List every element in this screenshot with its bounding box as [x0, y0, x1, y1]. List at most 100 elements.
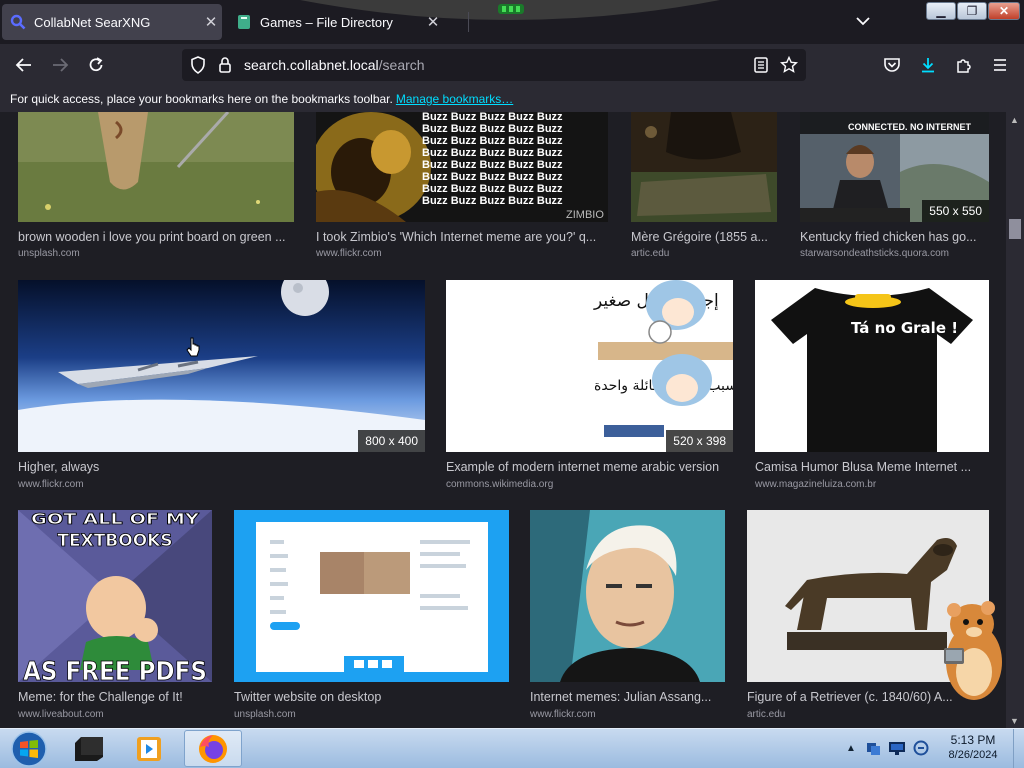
result-title[interactable]: Twitter website on desktop — [234, 690, 509, 704]
bookmarks-toolbar: For quick access, place your bookmarks h… — [0, 86, 1024, 112]
result-title[interactable]: Camisa Humor Blusa Meme Internet ... — [755, 460, 989, 474]
result-source: unsplash.com — [18, 248, 80, 259]
buzz-text-line: Buzz Buzz Buzz Buzz Buzz — [422, 195, 563, 207]
restore-window-button[interactable]: ❐ — [957, 2, 987, 20]
result-title[interactable]: I took Zimbio's 'Which Internet meme are… — [316, 230, 608, 244]
result-title[interactable]: Meme: for the Challenge of It! — [18, 690, 212, 704]
media-player-icon — [137, 736, 161, 761]
app-menu-button[interactable] — [986, 52, 1014, 78]
buzz-text-line: Buzz Buzz Buzz Buzz Buzz — [422, 183, 563, 195]
network-tray-icon[interactable] — [864, 739, 882, 757]
result-card[interactable]: Mère Grégoire (1855 a... artic.edu — [631, 112, 777, 262]
reload-button[interactable] — [82, 52, 110, 78]
terminal-icon — [75, 736, 103, 761]
url-host: search.collabnet.local — [244, 57, 379, 73]
clock-date: 8/26/2024 — [948, 749, 998, 761]
page-scrollbar[interactable]: ▲ ▼ — [1006, 112, 1024, 728]
taskbar-media-player-app[interactable] — [120, 730, 178, 767]
volume-tray-icon[interactable] — [912, 739, 930, 757]
scroll-down-arrow-icon[interactable]: ▼ — [1010, 716, 1019, 726]
manage-bookmarks-link[interactable]: Manage bookmarks… — [396, 92, 513, 106]
buzz-text-line: Buzz Buzz Buzz Buzz Buzz — [422, 147, 563, 159]
result-card[interactable]: GOT ALL OF MY TEXTBOOKS AS FREE PDFS Mem… — [18, 510, 212, 722]
download-icon — [922, 58, 934, 73]
hamburger-menu-icon — [994, 59, 1006, 71]
downloads-button[interactable] — [914, 52, 942, 78]
reload-icon — [89, 57, 103, 72]
result-card[interactable]: brown wooden i love you print board on g… — [18, 112, 294, 262]
pocket-button[interactable] — [878, 52, 906, 78]
extensions-button[interactable] — [950, 52, 978, 78]
tshirt-text: Tá no Grale ! — [851, 319, 958, 337]
result-card[interactable]: Tá no Grale ! Camisa Humor Blusa Meme In… — [755, 280, 989, 492]
meme-bottom-text: AS FREE PDFS — [23, 657, 207, 682]
result-title[interactable]: brown wooden i love you print board on g… — [18, 230, 294, 244]
start-button[interactable] — [0, 730, 58, 767]
result-thumbnail[interactable]: Tá no Grale ! — [755, 280, 989, 452]
buzz-text-line: Buzz Buzz Buzz Buzz Buzz — [422, 112, 563, 123]
tab-games-file-directory[interactable]: Games – File Directory ✕ — [228, 4, 444, 40]
svg-text:GOT ALL OF MY: GOT ALL OF MY — [31, 510, 200, 528]
result-thumbnail[interactable]: إجراء تعديل صغير كسر الصفحة بأكملها بسبب… — [446, 280, 733, 452]
bookmark-star-icon[interactable] — [779, 55, 799, 79]
result-card[interactable]: 800 x 400 Higher, always www.flickr.com — [18, 280, 425, 492]
result-thumbnail[interactable] — [234, 510, 509, 682]
url-text[interactable]: search.collabnet.local/search — [244, 57, 425, 73]
result-thumbnail[interactable] — [530, 510, 725, 682]
result-card[interactable]: CONNECTED. NO INTERNET 550 x 550 Kentuck… — [800, 112, 989, 262]
result-thumbnail[interactable]: CONNECTED. NO INTERNET 550 x 550 — [800, 112, 989, 222]
show-desktop-button[interactable] — [1013, 729, 1024, 768]
result-title[interactable]: Mère Grégoire (1855 a... — [631, 230, 777, 244]
result-title[interactable]: Higher, always — [18, 460, 425, 474]
address-bar[interactable]: search.collabnet.local/search — [182, 49, 806, 81]
result-thumbnail[interactable] — [631, 112, 777, 222]
result-thumbnail[interactable] — [18, 112, 294, 222]
tab-collabnet-searxng[interactable]: CollabNet SearXNG ✕ — [2, 4, 222, 40]
back-button[interactable] — [10, 52, 38, 78]
buzz-text-line: Buzz Buzz Buzz Buzz Buzz — [422, 135, 563, 147]
result-thumbnail[interactable]: 800 x 400 — [18, 280, 425, 452]
reader-view-icon[interactable] — [754, 57, 768, 78]
image-results-grid: brown wooden i love you print board on g… — [0, 112, 1006, 728]
result-source: www.liveabout.com — [18, 709, 104, 720]
tab-separator — [468, 12, 469, 32]
meme-caption: CONNECTED. NO INTERNET — [848, 122, 972, 132]
tracking-protection-shield-icon[interactable] — [190, 56, 206, 79]
hamster-pet-mascot[interactable] — [938, 596, 1006, 708]
zimbio-watermark: ZIMBIO — [566, 209, 604, 221]
show-hidden-icons-icon[interactable]: ▲ — [842, 739, 860, 757]
system-clock[interactable]: 5:13 PM 8/26/2024 — [940, 733, 1006, 761]
result-thumbnail[interactable]: Buzz Buzz Buzz Buzz Buzz Buzz Buzz Buzz … — [316, 112, 608, 222]
result-title[interactable]: Kentucky fried chicken has go... — [800, 230, 989, 244]
bookmarks-empty-message: For quick access, place your bookmarks h… — [10, 92, 393, 106]
result-card[interactable]: Buzz Buzz Buzz Buzz Buzz Buzz Buzz Buzz … — [316, 112, 608, 262]
lock-icon[interactable] — [218, 56, 232, 79]
page-icon — [236, 14, 252, 30]
windows-start-orb-icon — [11, 730, 47, 767]
close-tab-icon[interactable]: ✕ — [422, 13, 444, 31]
result-thumbnail[interactable]: GOT ALL OF MY TEXTBOOKS AS FREE PDFS — [18, 510, 212, 682]
display-tray-icon[interactable] — [888, 739, 906, 757]
minimize-window-button[interactable]: ▁ — [926, 2, 956, 20]
resolution-badge: 520 x 398 — [666, 430, 733, 452]
result-title[interactable]: Internet memes: Julian Assang... — [530, 690, 725, 704]
scrollbar-thumb[interactable] — [1009, 219, 1021, 239]
forward-button[interactable] — [46, 52, 74, 78]
close-tab-icon[interactable]: ✕ — [200, 13, 222, 31]
list-all-tabs-icon[interactable] — [852, 10, 874, 32]
taskbar-terminal-app[interactable] — [60, 730, 118, 767]
result-title[interactable]: Example of modern internet meme arabic v… — [446, 460, 733, 474]
result-source: www.flickr.com — [316, 248, 382, 259]
mouse-cursor-icon — [186, 337, 200, 357]
firefox-icon — [199, 734, 227, 763]
pocket-icon — [884, 58, 900, 72]
result-card[interactable]: إجراء تعديل صغير كسر الصفحة بأكملها بسبب… — [446, 280, 733, 492]
result-card[interactable]: Internet memes: Julian Assang... www.fli… — [530, 510, 725, 722]
resolution-badge: 550 x 550 — [922, 200, 989, 222]
result-card[interactable]: Twitter website on desktop unsplash.com — [234, 510, 509, 722]
navigation-toolbar: search.collabnet.local/search — [0, 44, 1024, 86]
close-window-button[interactable]: ✕ — [988, 2, 1020, 20]
scroll-up-arrow-icon[interactable]: ▲ — [1010, 115, 1019, 125]
taskbar-firefox-app[interactable] — [184, 730, 242, 767]
result-source: artic.edu — [631, 248, 670, 259]
